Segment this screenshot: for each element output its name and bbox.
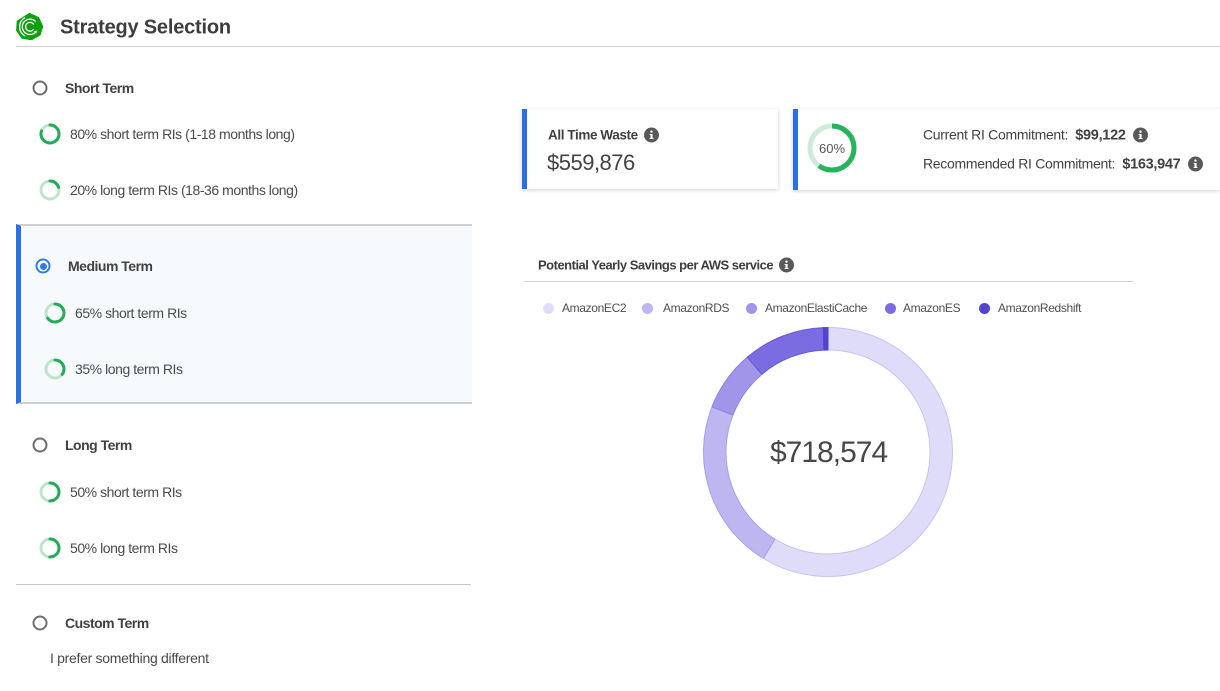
svg-text:60%: 60% — [819, 141, 845, 156]
